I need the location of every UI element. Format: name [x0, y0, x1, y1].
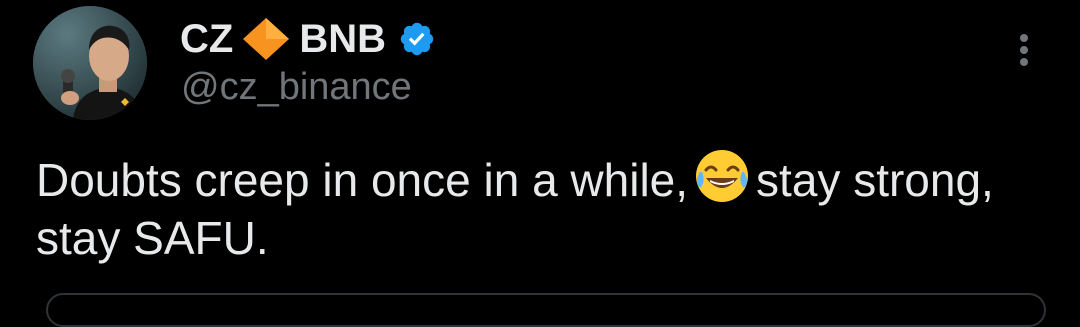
avatar[interactable]	[33, 6, 147, 120]
tweet-text: Doubts creep in once in a while, stay st…	[36, 148, 1036, 267]
quoted-card-edge[interactable]	[46, 293, 1046, 327]
author-handle[interactable]: @cz_binance	[181, 66, 412, 109]
tweet-text-part1: Doubts creep in once in a while,	[36, 154, 689, 206]
display-name-suffix[interactable]: BNB	[299, 17, 386, 62]
orange-diamond-icon	[241, 16, 291, 62]
tweet: CZ BNB @cz_binance Doubts creep in once …	[0, 0, 1080, 327]
display-name-prefix[interactable]: CZ	[180, 17, 233, 62]
more-options-icon[interactable]	[1012, 30, 1036, 74]
face-with-tears-of-joy-icon	[694, 148, 750, 204]
author-name-row[interactable]: CZ BNB	[180, 14, 436, 64]
verified-badge-icon	[398, 20, 436, 58]
